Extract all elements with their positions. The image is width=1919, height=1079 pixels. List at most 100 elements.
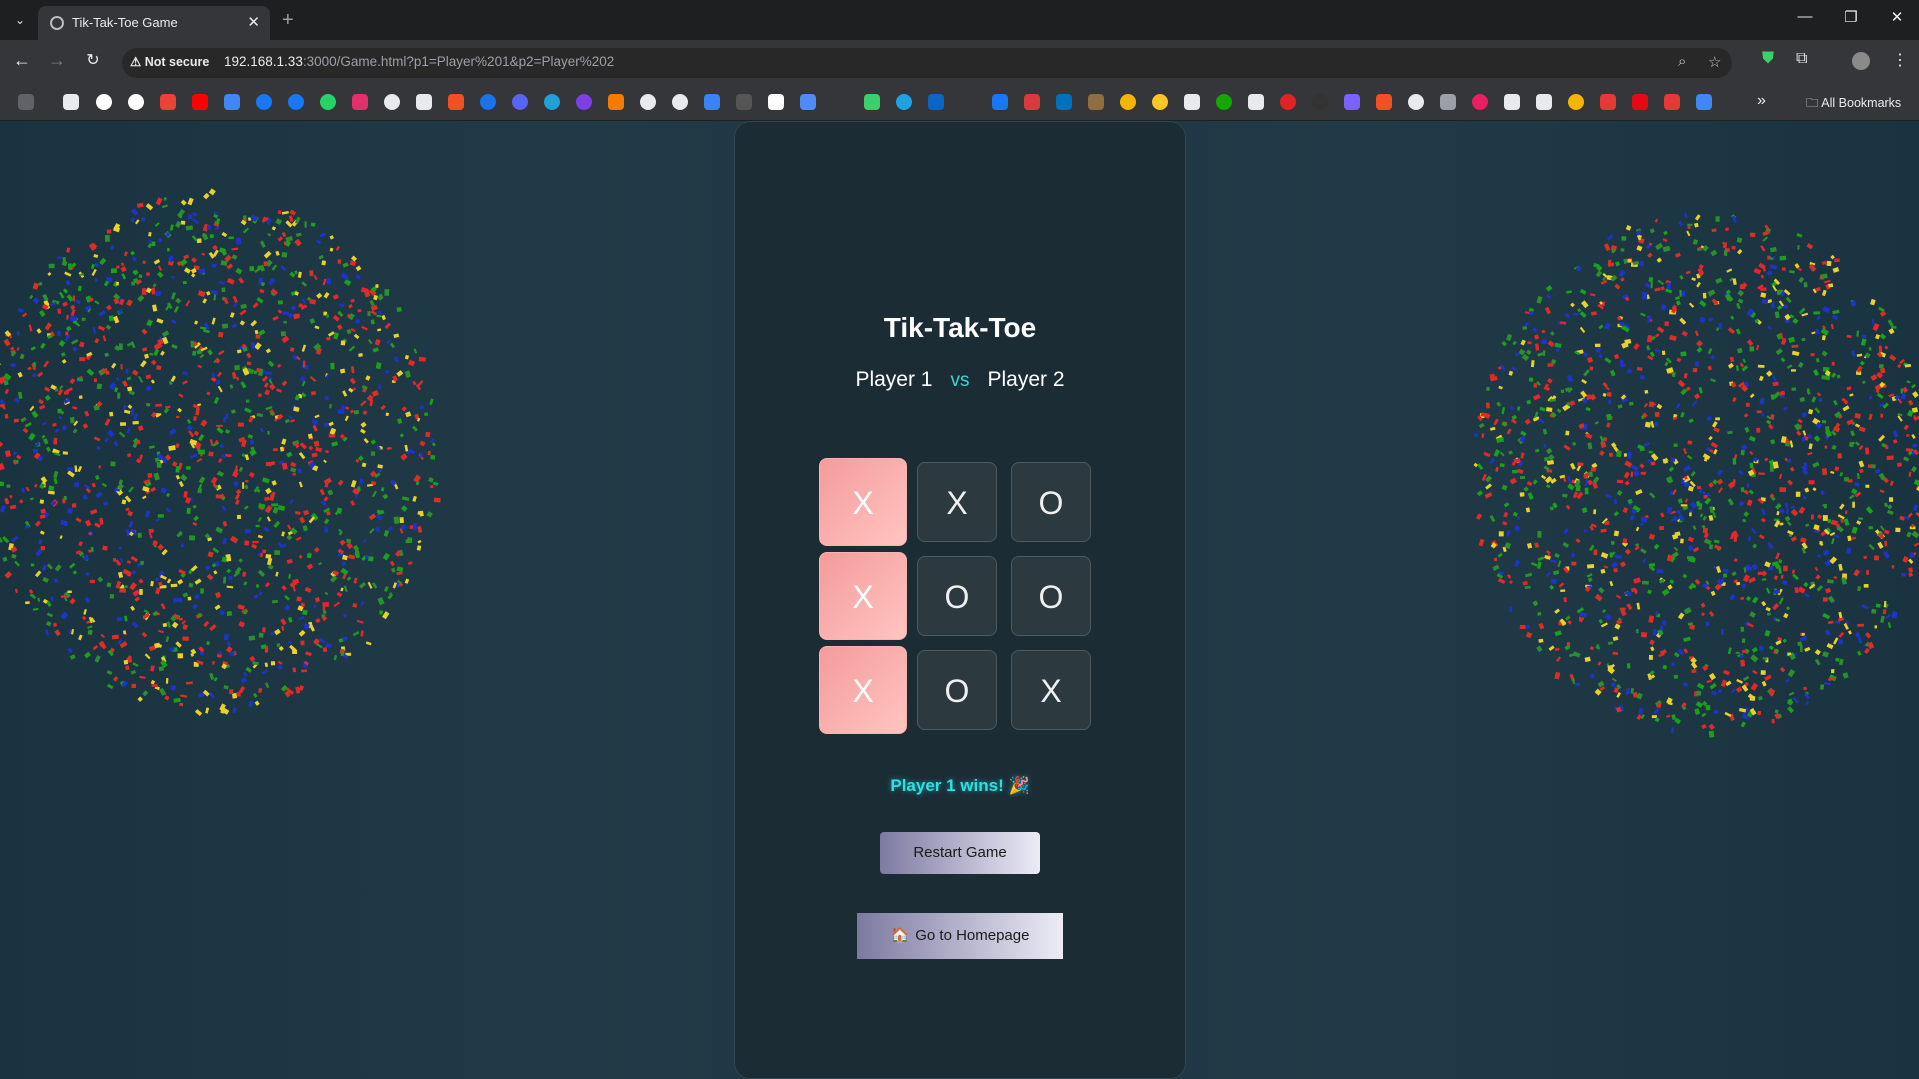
shield-extension-icon[interactable]: ⛊ [1762, 50, 1774, 68]
translate-icon[interactable] [224, 94, 240, 110]
confetti-piece [1774, 709, 1779, 714]
confetti-piece [336, 591, 343, 598]
upwork-icon[interactable] [1248, 94, 1264, 110]
gemini-icon[interactable] [800, 94, 816, 110]
google-icon[interactable] [128, 94, 144, 110]
board-cell-2[interactable]: O [1011, 462, 1091, 542]
browser-tab[interactable]: Tik-Tak-Toe Game ✕ [38, 6, 270, 40]
new-tab-button[interactable]: + [282, 10, 294, 30]
gmail-icon[interactable] [160, 94, 176, 110]
bookmark-icon[interactable] [1600, 94, 1616, 110]
board-cell-8[interactable]: X [1011, 650, 1091, 730]
confetti-piece [401, 496, 410, 501]
bookmark-icon[interactable] [736, 94, 752, 110]
openai-icon[interactable] [672, 94, 688, 110]
confetti-piece [1798, 276, 1805, 284]
restart-game-button[interactable]: Restart Game [880, 832, 1040, 874]
bookmark-icon[interactable] [1440, 94, 1456, 110]
confetti-piece [1652, 629, 1657, 636]
board-cell-1[interactable]: X [917, 462, 997, 542]
confetti-piece [132, 420, 139, 425]
bookmark-icon[interactable] [704, 94, 720, 110]
close-window-icon[interactable]: ✕ [1877, 8, 1917, 26]
microsoft-icon[interactable] [1376, 94, 1392, 110]
bookmark-icon[interactable] [63, 94, 79, 110]
url-text[interactable]: 192.168.1.33:3000/Game.html?p1=Player%20… [224, 54, 614, 69]
whatsapp-icon[interactable] [320, 94, 336, 110]
player1-name: Player 1 [855, 368, 933, 391]
youtube-icon[interactable] [192, 94, 208, 110]
bookmark-icon[interactable] [1664, 94, 1680, 110]
bookmark-icon[interactable] [608, 94, 624, 110]
extensions-icon[interactable]: ⧉ [1796, 50, 1807, 68]
minimize-icon[interactable]: — [1785, 8, 1825, 25]
back-icon[interactable]: ← [10, 50, 34, 71]
bookmark-icon[interactable] [1152, 94, 1168, 110]
netflix-icon[interactable] [1632, 94, 1648, 110]
restore-icon[interactable]: ❐ [1831, 8, 1871, 26]
confetti-piece [303, 509, 310, 516]
profile-avatar[interactable] [1852, 52, 1870, 70]
all-bookmarks[interactable]: 🗀 All Bookmarks [1806, 94, 1901, 115]
tab-list-button[interactable]: ⌄ [8, 8, 32, 32]
google-icon[interactable] [96, 94, 112, 110]
reload-icon[interactable]: ↻ [81, 50, 105, 70]
close-tab-icon[interactable]: ✕ [247, 13, 260, 31]
menu-icon[interactable]: ⋮ [1892, 50, 1908, 70]
bookmark-icon[interactable] [768, 94, 784, 110]
bookmark-icon[interactable] [1472, 94, 1488, 110]
more-bookmarks-icon[interactable]: » [1757, 92, 1766, 110]
address-bar[interactable]: ⚠ Not secure 192.168.1.33:3000/Game.html… [122, 48, 1732, 78]
confetti-piece [1705, 415, 1713, 422]
board-cell-3[interactable]: X [819, 552, 907, 640]
bookmark-icon[interactable] [1696, 94, 1712, 110]
threads-icon[interactable] [384, 94, 400, 110]
board-cell-7[interactable]: O [917, 650, 997, 730]
bookmark-icon[interactable] [1216, 94, 1232, 110]
apps-icon[interactable] [18, 94, 34, 110]
bookmark-icon[interactable] [1184, 94, 1200, 110]
bookmark-star-icon[interactable]: ☆ [1708, 53, 1721, 71]
copilot-icon[interactable] [1344, 94, 1360, 110]
bookmark-icon[interactable] [576, 94, 592, 110]
bookmark-icon[interactable] [1536, 94, 1552, 110]
confetti-piece [1599, 450, 1605, 457]
bookmark-icon[interactable] [1024, 94, 1040, 110]
confetti-piece [1712, 511, 1717, 519]
bookmark-icon[interactable] [896, 94, 912, 110]
bookmark-icon[interactable] [480, 94, 496, 110]
meta-icon[interactable] [992, 94, 1008, 110]
confetti-piece [1582, 398, 1588, 404]
board-cell-0[interactable]: X [819, 458, 907, 546]
confetti-piece [223, 633, 229, 641]
bookmark-icon[interactable] [1120, 94, 1136, 110]
zoom-icon[interactable]: ⌕ [1678, 53, 1686, 70]
x-icon[interactable] [416, 94, 432, 110]
bookmark-icon[interactable] [864, 94, 880, 110]
go-to-homepage-button[interactable]: 🏠 Go to Homepage [857, 913, 1063, 959]
forward-icon[interactable]: → [45, 50, 69, 71]
facebook-icon[interactable] [256, 94, 272, 110]
confetti-piece [382, 493, 389, 500]
paypal-icon[interactable] [1056, 94, 1072, 110]
github-icon[interactable] [640, 94, 656, 110]
microsoft-icon[interactable] [448, 94, 464, 110]
board-cell-4[interactable]: O [917, 556, 997, 636]
linkedin-icon[interactable] [928, 94, 944, 110]
confetti-piece [286, 451, 293, 458]
bookmark-icon[interactable] [1408, 94, 1424, 110]
bookmark-icon[interactable] [1504, 94, 1520, 110]
bookmark-icon[interactable] [1312, 94, 1328, 110]
discord-icon[interactable] [512, 94, 528, 110]
bookmark-icon[interactable] [1568, 94, 1584, 110]
bookmark-icon[interactable] [1088, 94, 1104, 110]
instagram-icon[interactable] [352, 94, 368, 110]
bookmark-icon[interactable] [1280, 94, 1296, 110]
facebook-icon[interactable] [288, 94, 304, 110]
board-cell-6[interactable]: X [819, 646, 907, 734]
confetti-piece [175, 641, 182, 648]
board-cell-5[interactable]: O [1011, 556, 1091, 636]
confetti-piece [1648, 401, 1655, 408]
confetti-piece [154, 577, 160, 582]
telegram-icon[interactable] [544, 94, 560, 110]
